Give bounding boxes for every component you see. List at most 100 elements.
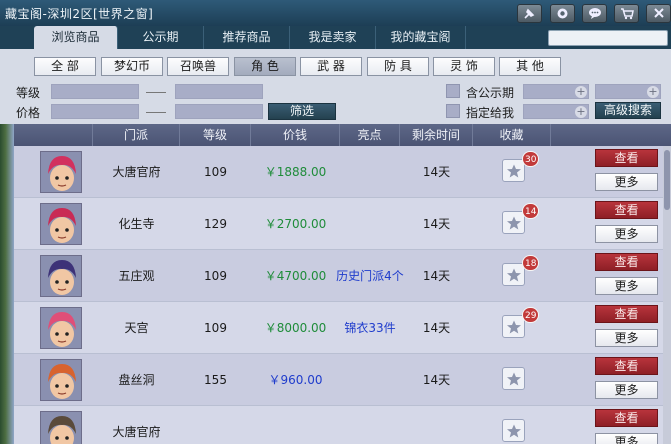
price-range-dash: [146, 112, 166, 113]
favorite-count-badge: 18: [522, 255, 540, 271]
tab-seller[interactable]: 我是卖家: [290, 26, 376, 49]
favorite-count-badge: 30: [522, 151, 540, 167]
level-min-field[interactable]: [51, 84, 139, 99]
table-row[interactable]: 大唐官府 查看更多: [14, 406, 671, 444]
level-cell: 109: [204, 269, 227, 283]
category-ornament[interactable]: 灵 饰: [433, 57, 495, 76]
scrollbar-thumb[interactable]: [664, 150, 670, 210]
more-button[interactable]: 更多: [595, 225, 658, 243]
chat-icon: [588, 8, 601, 19]
level-cell: 155: [204, 373, 227, 387]
designated-dropdown[interactable]: +: [523, 104, 589, 119]
favorite-count-badge: 29: [522, 307, 540, 323]
include-public-checkbox[interactable]: [446, 84, 460, 98]
background-scenery: [0, 124, 14, 444]
header-favorite: 收藏: [473, 124, 551, 146]
tab-browse[interactable]: 浏览商品: [34, 26, 118, 49]
school-cell: 大唐官府: [112, 425, 161, 439]
plus-icon: +: [575, 105, 587, 118]
search-box[interactable]: [548, 30, 668, 46]
character-avatar: [40, 411, 82, 444]
table-row[interactable]: 盘丝洞 155 ￥960.00 14天 查看 更多: [14, 354, 671, 406]
category-character[interactable]: 角 色: [234, 57, 296, 76]
tab-recommended[interactable]: 推荐商品: [204, 26, 290, 49]
close-icon: [653, 8, 664, 18]
table-row[interactable]: 化生寺 129 ￥2700.00 14天 14 查看 更多: [14, 198, 671, 250]
view-button[interactable]: 查看: [595, 305, 658, 323]
level-cell: 109: [204, 321, 227, 335]
level-cell: [180, 406, 251, 444]
category-all[interactable]: 全 部: [34, 57, 96, 76]
price-min-field[interactable]: [51, 104, 139, 119]
filter-button[interactable]: 筛选: [268, 103, 336, 120]
favorite-button[interactable]: [502, 263, 525, 286]
star-icon: [507, 268, 521, 282]
view-button[interactable]: 查看: [595, 149, 658, 167]
level-max-field[interactable]: [175, 84, 263, 99]
school-cell: 五庄观: [118, 269, 155, 283]
level-label: 等级: [16, 86, 41, 100]
star-icon: [507, 424, 521, 438]
more-button[interactable]: 更多: [595, 381, 658, 399]
plus-icon: +: [647, 85, 659, 98]
star-icon: [507, 320, 521, 334]
more-button[interactable]: 更多: [595, 433, 658, 444]
time-cell: 14天: [422, 373, 451, 387]
tab-my-cangbaoge[interactable]: 我的藏宝阁: [376, 26, 466, 49]
favorite-button[interactable]: [502, 315, 525, 338]
price-label: 价格: [16, 106, 41, 120]
header-level: 等级: [180, 124, 251, 146]
pin-icon: [524, 8, 535, 19]
table-row[interactable]: 天宫 109 ￥8000.00 锦衣33件 14天 29 查看 更多: [14, 302, 671, 354]
filter-panel: 等级 价格 筛选 含公示期 + + 指定给我 + 高级搜索: [0, 82, 671, 124]
view-button[interactable]: 查看: [595, 201, 658, 219]
public-dropdown-b[interactable]: +: [595, 84, 661, 99]
view-button[interactable]: 查看: [595, 409, 658, 427]
view-button[interactable]: 查看: [595, 357, 658, 375]
star-icon: [507, 372, 521, 386]
table-header: 门派 等级 价钱 亮点 剩余时间 收藏: [14, 124, 671, 146]
settings-button[interactable]: [550, 4, 575, 23]
time-cell: [400, 406, 473, 444]
time-cell: 14天: [422, 165, 451, 179]
cangbaoge-window: 藏宝阁-深圳2区[世界之窗] 浏览商品 公示期 推荐商品 我是卖家 我的藏宝阁 …: [0, 0, 671, 444]
window-title: 藏宝阁-深圳2区[世界之窗]: [5, 7, 154, 21]
favorite-button[interactable]: [502, 211, 525, 234]
school-cell: 化生寺: [118, 217, 155, 231]
public-dropdown-a[interactable]: +: [523, 84, 589, 99]
close-button[interactable]: [646, 4, 671, 23]
favorite-button[interactable]: [502, 159, 525, 182]
level-cell: 109: [204, 165, 227, 179]
view-button[interactable]: 查看: [595, 253, 658, 271]
category-other[interactable]: 其 他: [499, 57, 561, 76]
search-input[interactable]: [549, 31, 667, 46]
table-row[interactable]: 大唐官府 109 ￥1888.00 14天 30 查看 更多: [14, 146, 671, 198]
category-weapon[interactable]: 武 器: [300, 57, 362, 76]
category-pet[interactable]: 召唤兽: [167, 57, 229, 76]
cart-button[interactable]: [614, 4, 639, 23]
header-actions: [551, 124, 671, 146]
category-armor[interactable]: 防 具: [367, 57, 429, 76]
advanced-search-button[interactable]: 高级搜索: [595, 102, 661, 119]
more-button[interactable]: 更多: [595, 277, 658, 295]
favorite-count-badge: 14: [522, 203, 540, 219]
cart-icon: [620, 8, 634, 20]
tab-public[interactable]: 公示期: [118, 26, 204, 49]
more-button[interactable]: 更多: [595, 329, 658, 347]
favorite-button[interactable]: [502, 367, 525, 390]
star-icon: [507, 164, 521, 178]
table-row[interactable]: 五庄观 109 ￥4700.00 历史门派4个 14天 18 查看 更多: [14, 250, 671, 302]
star-icon: [507, 216, 521, 230]
character-avatar: [40, 203, 82, 245]
plus-icon: +: [575, 85, 587, 98]
favorite-button[interactable]: [502, 419, 525, 442]
pin-button[interactable]: [517, 4, 542, 23]
chat-button[interactable]: [582, 4, 607, 23]
character-avatar: [40, 307, 82, 349]
designated-checkbox[interactable]: [446, 104, 460, 118]
price-max-field[interactable]: [175, 104, 263, 119]
category-coin[interactable]: 梦幻币: [101, 57, 163, 76]
include-public-label: 含公示期: [466, 86, 515, 100]
title-bar: 藏宝阁-深圳2区[世界之窗]: [0, 0, 671, 26]
more-button[interactable]: 更多: [595, 173, 658, 191]
